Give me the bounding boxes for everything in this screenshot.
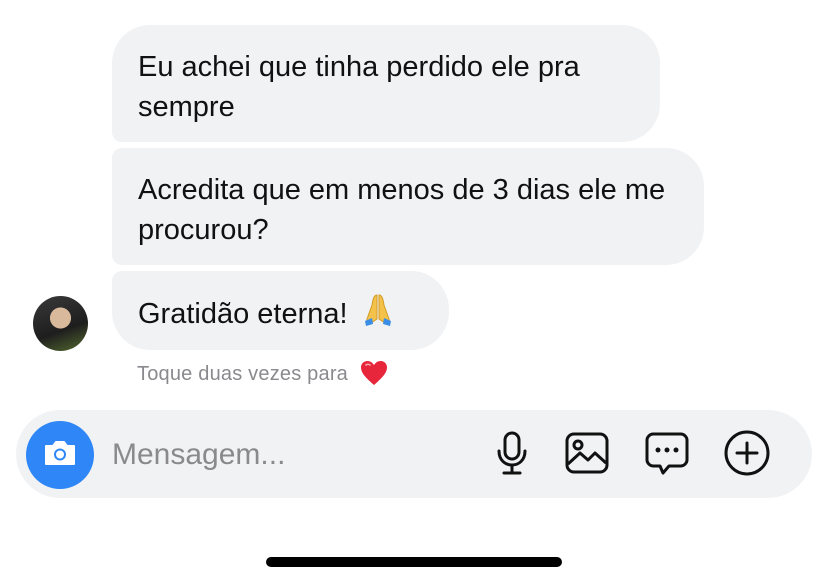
plus-icon: [723, 429, 771, 482]
message-bubble[interactable]: Gratidão eterna!: [112, 271, 449, 350]
message-input[interactable]: [112, 434, 472, 476]
double-tap-hint: Toque duas vezes para: [137, 360, 388, 392]
gallery-button[interactable]: [564, 432, 610, 478]
home-indicator[interactable]: [266, 557, 562, 567]
message-text: Gratidão eterna!: [138, 298, 348, 330]
hint-text: Toque duas vezes para: [137, 363, 349, 385]
message-text: Acredita que em menos de 3 dias ele me p…: [138, 174, 666, 246]
heart-icon: [360, 360, 388, 392]
camera-button[interactable]: [26, 421, 94, 489]
more-options-button[interactable]: [724, 430, 770, 478]
sticker-icon: [644, 430, 690, 481]
microphone-button[interactable]: [489, 430, 535, 481]
image-icon: [564, 430, 610, 481]
message-bubble[interactable]: Eu achei que tinha perdido ele pra sempr…: [112, 25, 660, 142]
sticker-button[interactable]: [644, 432, 690, 478]
avatar[interactable]: [33, 296, 88, 351]
message-bubble[interactable]: Acredita que em menos de 3 dias ele me p…: [112, 148, 704, 265]
microphone-icon: [494, 430, 530, 481]
camera-icon: [43, 439, 77, 472]
message-text: Eu achei que tinha perdido ele pra sempr…: [138, 51, 580, 123]
pray-emoji-icon: [360, 291, 396, 336]
